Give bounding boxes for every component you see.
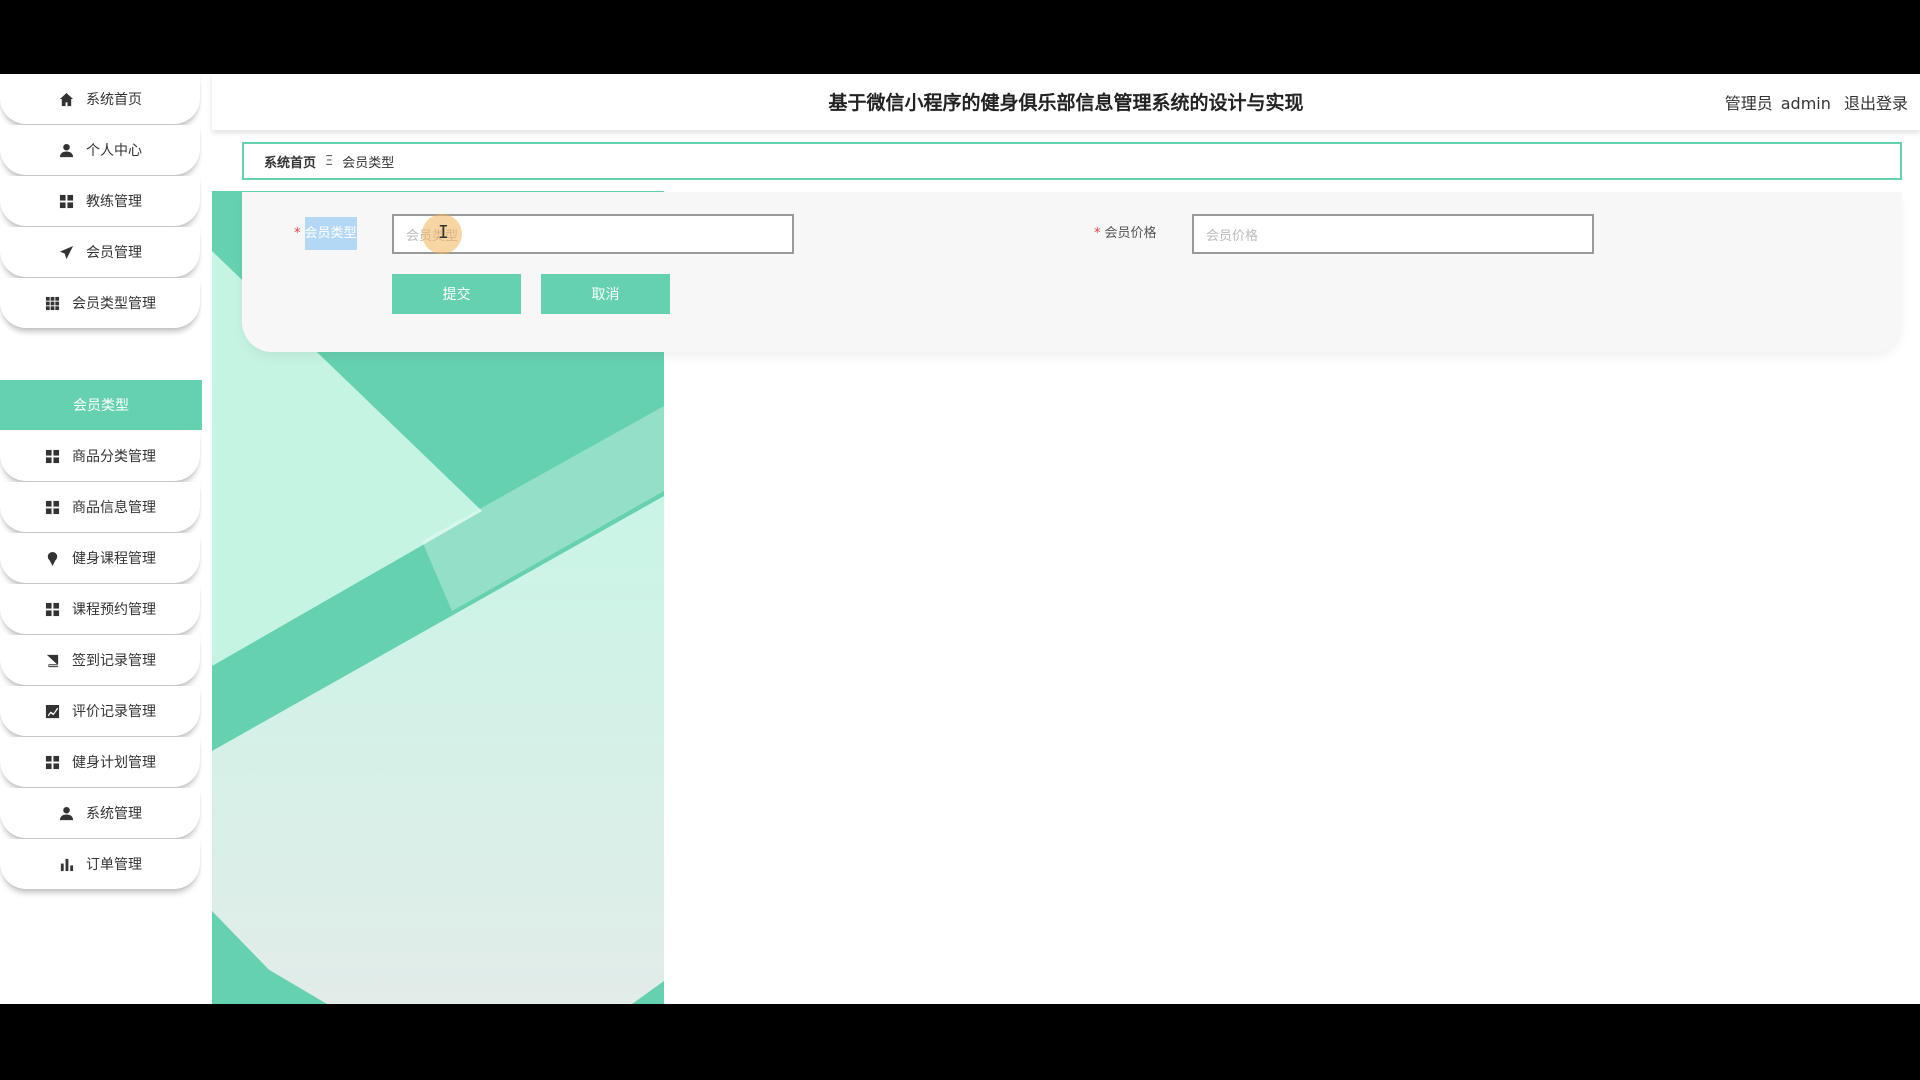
member-price-label: * 会员价格 [1094, 222, 1157, 241]
sidebar-item-label: 健身课程管理 [72, 551, 156, 567]
member-price-input[interactable]: 会员价格 [1192, 214, 1594, 254]
logout-link[interactable]: 退出登录 [1844, 94, 1908, 113]
sidebar-item-goods-info[interactable]: 商品信息管理 [0, 482, 200, 532]
page-title: 基于微信小程序的健身俱乐部信息管理系统的设计与实现 [828, 92, 1304, 114]
sidebar-item-checkin[interactable]: 签到记录管理 [0, 635, 200, 685]
user-icon [58, 142, 74, 158]
submit-button[interactable]: 提交 [392, 274, 521, 314]
user-role: 管理员 [1724, 94, 1773, 113]
username: admin [1780, 94, 1831, 113]
sidebar-item-label: 订单管理 [86, 857, 142, 873]
grid-icon [58, 193, 74, 209]
admin-user-icon [58, 805, 74, 821]
breadcrumb-separator-icon: Ξ [325, 153, 334, 169]
bar-chart-icon [58, 856, 74, 872]
sidebar-item-label: 签到记录管理 [72, 653, 156, 669]
member-price-label-text: 会员价格 [1104, 226, 1157, 241]
home-icon [58, 91, 74, 107]
breadcrumb: 系统首页 Ξ 会员类型 [242, 142, 1902, 180]
member-type-label-text: 会员类型 [304, 217, 357, 250]
send-icon [58, 244, 74, 260]
breadcrumb-current: 会员类型 [342, 155, 395, 171]
grid-icon [44, 754, 60, 770]
grid-icon [44, 601, 60, 617]
member-type-form: *会员类型 会员类型 I *会员价格 会员价格 提交 取消 [242, 192, 1902, 352]
sidebar-item-member[interactable]: 会员管理 [0, 227, 200, 277]
grid-icon [44, 499, 60, 515]
chart-line-icon [44, 703, 60, 719]
sidebar-item-label: 系统首页 [86, 92, 142, 108]
sidebar: 系统首页 个人中心 教练管理 会员管理 会员类型管理 会员类型 商品分类管理 商… [0, 74, 202, 1004]
top-header: 基于微信小程序的健身俱乐部信息管理系统的设计与实现 管理员 admin 退出登录 [212, 74, 1920, 130]
sidebar-item-label: 课程预约管理 [72, 602, 156, 618]
required-mark: * [1094, 226, 1101, 241]
sidebar-item-label: 教练管理 [86, 194, 142, 210]
breadcrumb-home[interactable]: 系统首页 [264, 152, 316, 171]
sidebar-item-fitness-plan[interactable]: 健身计划管理 [0, 737, 200, 787]
sidebar-item-course[interactable]: 健身课程管理 [0, 533, 200, 583]
sidebar-item-coach[interactable]: 教练管理 [0, 176, 200, 226]
book-icon [44, 652, 60, 668]
app-screen: 系统首页 个人中心 教练管理 会员管理 会员类型管理 会员类型 商品分类管理 商… [0, 74, 1920, 1004]
grid-icon [44, 448, 60, 464]
sidebar-item-booking[interactable]: 课程预约管理 [0, 584, 200, 634]
sidebar-item-review[interactable]: 评价记录管理 [0, 686, 200, 736]
sidebar-item-order[interactable]: 订单管理 [0, 839, 200, 889]
sidebar-item-label: 个人中心 [86, 143, 142, 159]
member-price-placeholder: 会员价格 [1206, 228, 1259, 244]
member-type-label: * 会员类型 [294, 217, 357, 250]
required-mark: * [294, 226, 301, 241]
sidebar-item-label: 商品分类管理 [72, 449, 156, 465]
sidebar-item-label: 商品信息管理 [72, 500, 156, 516]
cancel-button[interactable]: 取消 [541, 274, 670, 314]
sidebar-item-member-type[interactable]: 会员类型管理 [0, 278, 200, 328]
sidebar-item-goods-category[interactable]: 商品分类管理 [0, 431, 200, 481]
pin-icon [44, 550, 60, 566]
grid9-icon [44, 295, 60, 311]
sidebar-item-home[interactable]: 系统首页 [0, 74, 200, 124]
sidebar-item-label: 评价记录管理 [72, 704, 156, 720]
sidebar-subitem-member-type[interactable]: 会员类型 [0, 380, 202, 430]
sidebar-item-profile[interactable]: 个人中心 [0, 125, 200, 175]
sidebar-item-label: 系统管理 [86, 806, 142, 822]
sidebar-item-system[interactable]: 系统管理 [0, 788, 200, 838]
text-cursor-icon: I [438, 222, 449, 243]
sidebar-item-label: 会员类型管理 [72, 296, 156, 312]
sidebar-item-label: 健身计划管理 [72, 755, 156, 771]
sidebar-item-label: 会员管理 [86, 245, 142, 261]
user-area: 管理员 admin 退出登录 [1717, 90, 1908, 114]
